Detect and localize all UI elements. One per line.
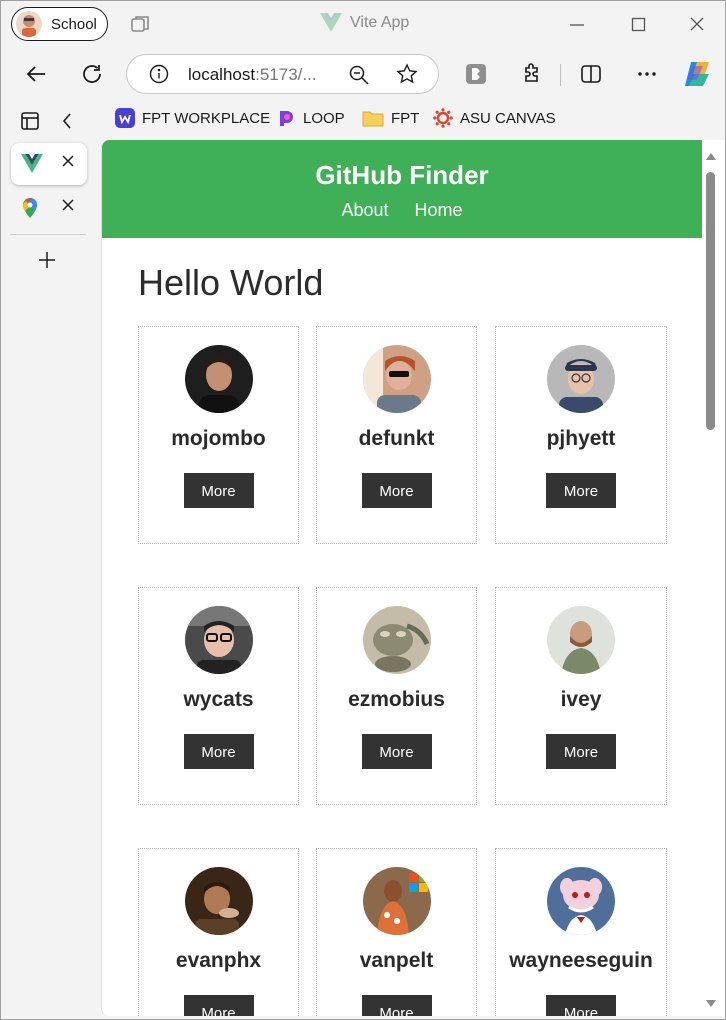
folder-icon [362,111,384,127]
new-tab-plus-icon[interactable] [37,250,57,275]
page-viewport: GitHub Finder About Home Hello World moj… [101,140,725,1016]
tab-google-maps[interactable] [11,187,87,229]
user-login: mojombo [171,427,266,450]
tab-vite-app[interactable] [11,143,87,185]
more-button[interactable]: More [361,995,432,1016]
loop-icon [280,111,293,126]
close-tab-icon[interactable] [61,154,75,173]
split-screen-icon[interactable] [579,62,603,91]
more-button[interactable]: More [546,995,616,1016]
more-button[interactable]: More [183,473,254,508]
more-menu-icon[interactable] [635,62,659,91]
close-tab-icon[interactable] [61,198,75,217]
user-login: ezmobius [348,688,445,711]
profile-label: School [51,15,97,33]
user-avatar [547,867,615,935]
user-card: mojombo More [138,326,299,544]
user-login: vanpelt [359,949,434,972]
vite-vue-icon [320,13,342,32]
more-button[interactable]: More [183,995,254,1016]
url-host: localhost [188,65,256,84]
user-card: evanphx More [138,848,299,1016]
url-path: :5173/... [255,65,317,84]
user-avatar [184,606,253,674]
user-avatar [547,345,615,413]
user-avatar [362,867,431,935]
scrollbar-thumb[interactable] [706,172,715,430]
close-window-button[interactable] [689,14,705,39]
user-login: wayneeseguin [509,949,653,972]
user-login: ivey [560,688,602,711]
title-bar: School Vite App [0,0,726,50]
tab-actions-icon[interactable] [129,13,151,40]
user-card: vanpelt More [316,848,477,1016]
site-header: GitHub Finder About Home [102,140,702,238]
canvas-icon [433,108,453,128]
user-card: pjhyett More [495,326,667,544]
toolbar-divider [560,64,561,86]
user-login: wycats [183,688,254,711]
back-button[interactable] [24,62,48,91]
workplace-icon [115,108,135,128]
refresh-button[interactable] [80,62,104,91]
vertical-tabs-sidebar [0,112,96,1020]
bookmark-asu-canvas[interactable]: ASU CANVAS [433,108,556,128]
bookmark-loop[interactable]: LOOP [276,108,345,128]
user-login: defunkt [358,427,435,450]
favorite-star-icon[interactable] [396,63,418,90]
more-button[interactable]: More [361,734,432,769]
sidebar-divider [10,234,86,235]
scroll-down-icon[interactable] [705,995,717,1013]
extensions-puzzle-icon[interactable] [520,62,544,91]
user-login: evanphx [175,949,262,972]
navigation-bar: localhost:5173/... [0,50,726,100]
user-avatar [184,867,253,935]
google-maps-icon [23,198,37,218]
zoom-icon[interactable] [348,64,370,91]
bookmark-label: FPT [391,109,420,127]
scroll-up-icon[interactable] [705,149,717,167]
url-text[interactable]: localhost:5173/... [188,65,317,85]
profile-avatar [16,11,42,37]
bookmark-label: FPT WORKPLACE [142,109,271,127]
user-login: pjhyett [546,427,616,450]
user-avatar [362,606,431,674]
collapse-sidebar-icon[interactable] [60,111,74,136]
user-card: wayneeseguin More [495,848,667,1016]
user-card: defunkt More [316,326,477,544]
user-card: ivey More [495,587,667,805]
window-title-text: Vite App [350,14,410,31]
profile-button[interactable]: School [11,7,108,41]
more-button[interactable]: More [183,734,254,769]
more-button[interactable]: More [546,734,616,769]
page-title: Hello World [138,262,324,303]
window-title: Vite App [320,13,409,33]
user-avatar [547,606,615,674]
page-scrollbar[interactable] [701,145,721,1011]
bookmark-fpt[interactable]: FPT [362,108,419,128]
bookmark-fpt-workplace[interactable]: FPT WORKPLACE [115,108,270,128]
nav-link-home[interactable]: Home [415,200,463,221]
site-info-icon[interactable] [149,64,169,89]
bookmark-label: LOOP [303,109,345,127]
user-avatar [184,345,253,413]
maximize-button[interactable] [631,14,647,39]
more-button[interactable]: More [361,473,432,508]
user-avatar [362,345,431,413]
user-card: wycats More [138,587,299,805]
bookmark-label: ASU CANVAS [460,109,556,127]
user-card: ezmobius More [316,587,477,805]
extension-icon[interactable] [464,62,488,91]
vue-icon [21,154,43,173]
header-nav: About Home [102,200,702,221]
site-brand[interactable]: GitHub Finder [102,160,702,191]
address-bar[interactable]: localhost:5173/... [126,54,439,94]
minimize-button[interactable] [569,14,585,39]
nav-link-about[interactable]: About [341,200,388,221]
bookmarks-bar: FPT WORKPLACE LOOP FPT ASU CANVAS [0,100,726,140]
sidebar-layout-icon[interactable] [20,111,40,136]
copilot-icon[interactable] [683,60,713,93]
more-button[interactable]: More [546,473,616,508]
